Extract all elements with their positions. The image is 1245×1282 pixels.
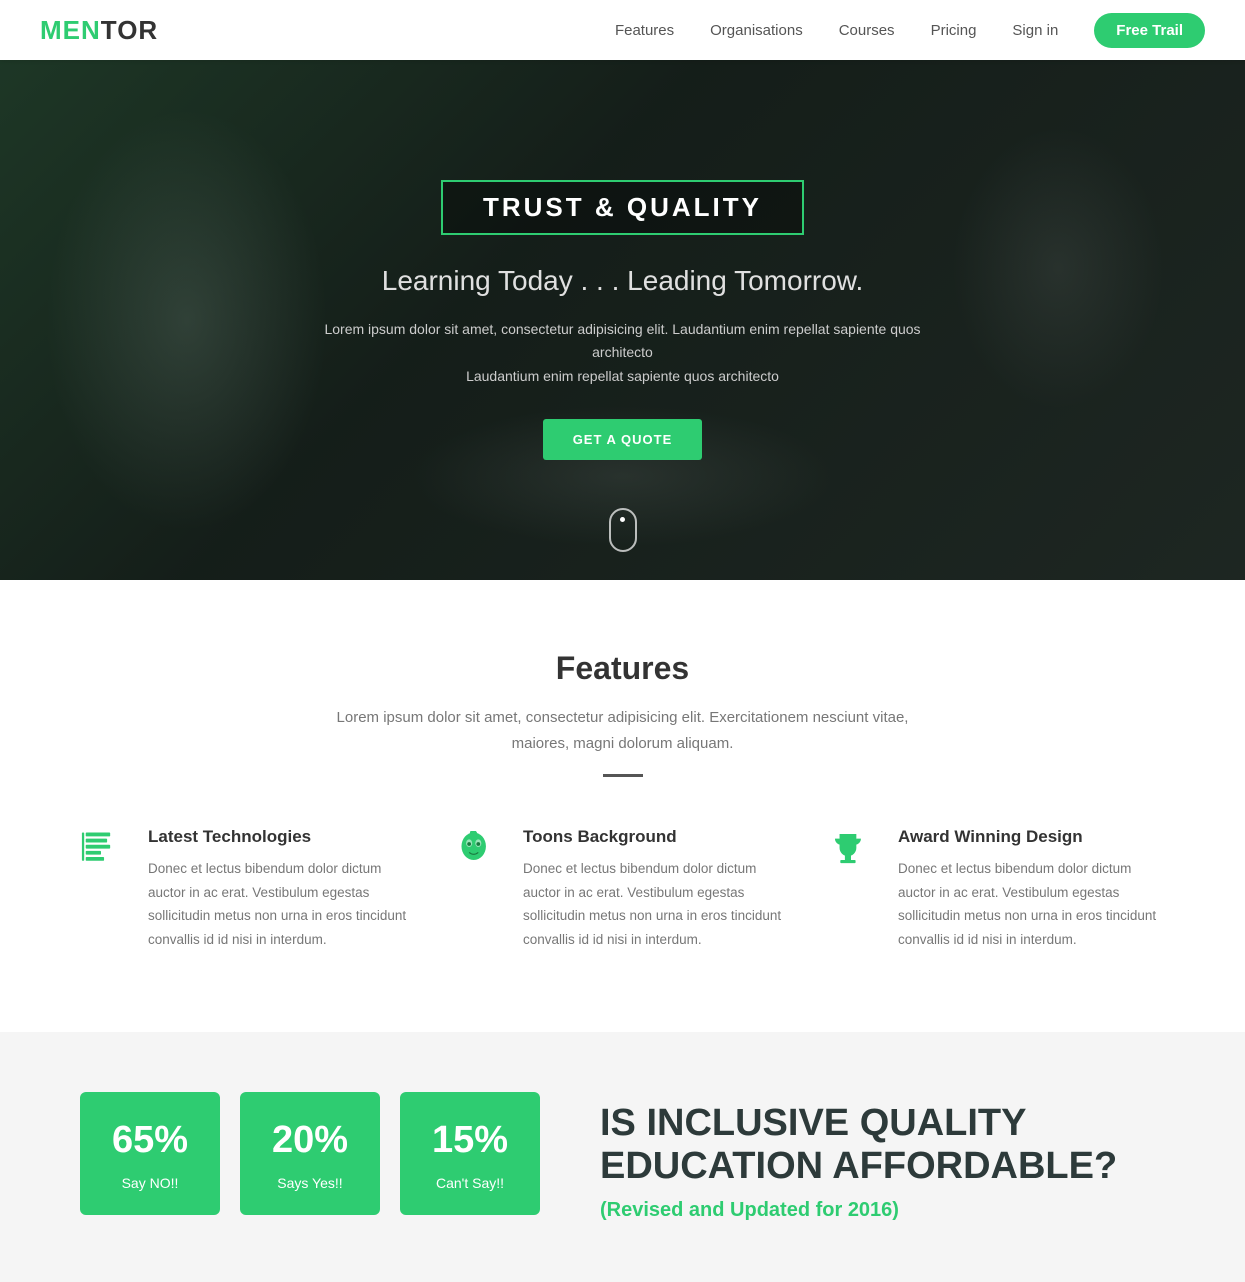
feature-item-3: Award Winning Design Donec et lectus bib… — [830, 827, 1165, 952]
feature-2-text: Toons Background Donec et lectus bibendu… — [523, 827, 790, 952]
hero-badge-text: TRUST & QUALITY — [483, 192, 762, 223]
logo: MENTOR — [40, 15, 158, 46]
nav-links: Features Organisations Courses Pricing S… — [615, 13, 1205, 48]
toons-icon — [455, 831, 503, 878]
stat-3-percent: 15% — [410, 1120, 530, 1162]
stat-2-label: Says Yes!! — [250, 1175, 370, 1191]
stat-1-label: Say NO!! — [90, 1175, 210, 1191]
nav-organisations[interactable]: Organisations — [710, 22, 803, 39]
stats-section: 65% Say NO!! 20% Says Yes!! 15% Can't Sa… — [0, 1032, 1245, 1282]
nav-courses[interactable]: Courses — [839, 22, 895, 39]
hero-description: Lorem ipsum dolor sit amet, consectetur … — [293, 318, 953, 389]
feature-1-title: Latest Technologies — [148, 827, 415, 847]
hero-content: TRUST & QUALITY Learning Today . . . Lea… — [273, 180, 973, 460]
feature-3-desc: Donec et lectus bibendum dolor dictum au… — [898, 857, 1165, 952]
feature-3-text: Award Winning Design Donec et lectus bib… — [898, 827, 1165, 952]
feature-1-text: Latest Technologies Donec et lectus bibe… — [148, 827, 415, 952]
nav-pricing[interactable]: Pricing — [931, 22, 977, 39]
free-trail-button[interactable]: Free Trail — [1094, 13, 1205, 48]
stats-heading: IS INCLUSIVE QUALITY EDUCATION AFFORDABL… — [600, 1102, 1117, 1189]
features-subtitle: Lorem ipsum dolor sit amet, consectetur … — [323, 705, 923, 756]
hero-badge: TRUST & QUALITY — [441, 180, 804, 235]
css3-icon — [80, 831, 128, 878]
nav-features[interactable]: Features — [615, 22, 674, 39]
feature-item-2: Toons Background Donec et lectus bibendu… — [455, 827, 790, 952]
stat-3-label: Can't Say!! — [410, 1175, 530, 1191]
hero-subtitle: Learning Today . . . Leading Tomorrow. — [293, 263, 953, 299]
stats-text: IS INCLUSIVE QUALITY EDUCATION AFFORDABL… — [540, 1092, 1117, 1222]
trophy-icon — [830, 831, 878, 878]
stat-card-2: 20% Says Yes!! — [240, 1092, 380, 1216]
features-grid: Latest Technologies Donec et lectus bibe… — [80, 827, 1165, 952]
feature-2-desc: Donec et lectus bibendum dolor dictum au… — [523, 857, 790, 952]
features-section: Features Lorem ipsum dolor sit amet, con… — [0, 580, 1245, 1032]
get-quote-button[interactable]: GET A QUOTE — [543, 419, 703, 460]
logo-tor: TOR — [101, 15, 158, 45]
feature-2-title: Toons Background — [523, 827, 790, 847]
stats-cards: 65% Say NO!! 20% Says Yes!! 15% Can't Sa… — [80, 1092, 540, 1216]
stat-card-1: 65% Say NO!! — [80, 1092, 220, 1216]
stat-2-percent: 20% — [250, 1120, 370, 1162]
stat-1-percent: 65% — [90, 1120, 210, 1162]
logo-men: MEN — [40, 15, 101, 45]
feature-3-title: Award Winning Design — [898, 827, 1165, 847]
section-divider — [603, 774, 643, 777]
features-title: Features — [80, 650, 1165, 687]
feature-item-1: Latest Technologies Donec et lectus bibe… — [80, 827, 415, 952]
nav-signin[interactable]: Sign in — [1012, 22, 1058, 39]
scroll-indicator — [609, 508, 637, 552]
hero-section: TRUST & QUALITY Learning Today . . . Lea… — [0, 60, 1245, 580]
stats-highlight: (Revised and Updated for 2016) — [600, 1199, 1117, 1222]
navbar: MENTOR Features Organisations Courses Pr… — [0, 0, 1245, 60]
feature-1-desc: Donec et lectus bibendum dolor dictum au… — [148, 857, 415, 952]
stat-card-3: 15% Can't Say!! — [400, 1092, 540, 1216]
